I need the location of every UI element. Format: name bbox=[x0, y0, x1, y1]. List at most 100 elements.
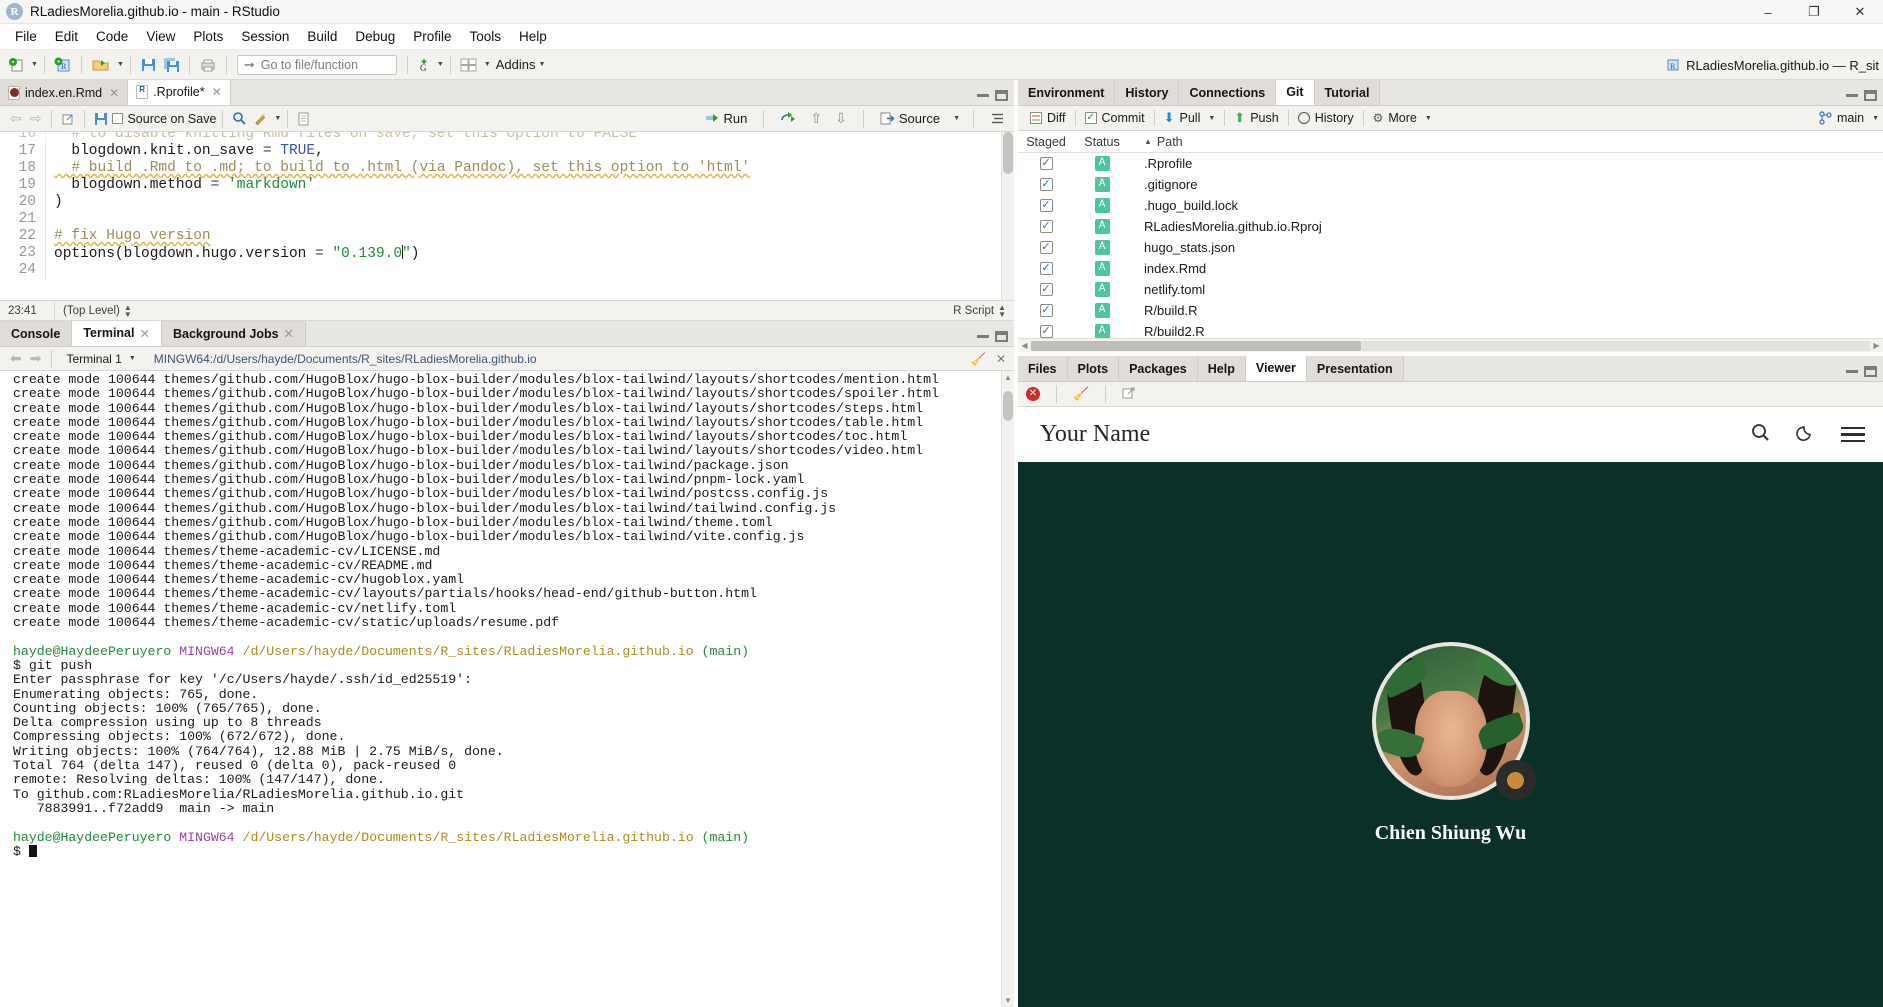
tab-close-icon[interactable]: ✕ bbox=[284, 326, 294, 341]
up-arrow-icon[interactable]: ⇧ bbox=[807, 107, 825, 131]
source-on-save-checkbox[interactable] bbox=[112, 113, 124, 124]
close-button[interactable]: ✕ bbox=[1837, 0, 1883, 24]
column-staged[interactable]: Staged bbox=[1018, 135, 1074, 149]
terminal-scrollbar[interactable]: ▲ ▼ bbox=[1001, 371, 1014, 1007]
menu-tools[interactable]: Tools bbox=[460, 27, 510, 46]
menu-profile[interactable]: Profile bbox=[404, 27, 460, 46]
new-project-button[interactable]: R bbox=[51, 53, 75, 77]
staged-checkbox[interactable]: ✓ bbox=[1018, 157, 1074, 170]
save-button[interactable] bbox=[137, 53, 160, 77]
table-row[interactable]: ✓ A .gitignore bbox=[1018, 174, 1883, 195]
menu-plots[interactable]: Plots bbox=[184, 27, 232, 46]
maximize-pane-icon[interactable] bbox=[995, 331, 1008, 342]
tab-console[interactable]: Console bbox=[0, 321, 73, 346]
down-arrow-icon[interactable]: ⇩ bbox=[832, 107, 850, 131]
addins-dropdown[interactable]: ▼ bbox=[539, 61, 546, 68]
staged-checkbox[interactable]: ✓ bbox=[1018, 220, 1074, 233]
more-dropdown-icon[interactable]: ▼ bbox=[1425, 115, 1432, 122]
git-file-list[interactable]: ✓ A .Rprofile ✓ A .gitignore ✓ A .hugo_b… bbox=[1018, 153, 1883, 342]
tab-help[interactable]: Help bbox=[1197, 356, 1246, 381]
stop-icon[interactable]: ✕ bbox=[1026, 387, 1040, 401]
rerun-icon[interactable] bbox=[777, 107, 800, 131]
scope-selector[interactable]: (Top Level) ▲ ▼ bbox=[54, 300, 140, 321]
open-file-dropdown[interactable]: ▼ bbox=[117, 61, 124, 68]
save-all-button[interactable] bbox=[160, 53, 183, 77]
terminal-output[interactable]: create mode 100644 themes/github.com/Hug… bbox=[0, 371, 1001, 1007]
menu-view[interactable]: View bbox=[137, 27, 184, 46]
code-tools-icon[interactable] bbox=[250, 107, 271, 131]
document-outline-icon[interactable] bbox=[987, 107, 1008, 131]
terminal-scrollbar-thumb[interactable] bbox=[1003, 391, 1013, 421]
broom-icon[interactable]: 🧹 bbox=[971, 352, 986, 366]
minimize-pane-icon[interactable] bbox=[977, 94, 989, 97]
menu-edit[interactable]: Edit bbox=[46, 27, 87, 46]
file-type-selector[interactable]: R Script ▲ ▼ bbox=[953, 303, 1006, 318]
tab-terminal[interactable]: Terminal ✕ bbox=[72, 321, 162, 346]
project-indicator[interactable]: R RLadiesMorelia.github.io — R_sit bbox=[1666, 50, 1879, 80]
menu-file[interactable]: File bbox=[6, 27, 46, 46]
table-row[interactable]: ✓ A index.Rmd bbox=[1018, 258, 1883, 279]
tab-presentation[interactable]: Presentation bbox=[1306, 356, 1404, 381]
history-button[interactable]: History bbox=[1292, 111, 1360, 125]
minimize-pane-icon[interactable] bbox=[977, 335, 989, 338]
menu-code[interactable]: Code bbox=[87, 27, 137, 46]
scroll-up-icon[interactable]: ▲ bbox=[1002, 373, 1014, 382]
source-dropdown[interactable]: ▼ bbox=[953, 115, 960, 122]
table-row[interactable]: ✓ A .Rprofile bbox=[1018, 153, 1883, 174]
scroll-down-icon[interactable]: ▼ bbox=[1002, 996, 1014, 1005]
source-on-save-toggle[interactable]: Source on Save bbox=[112, 112, 216, 126]
broom-icon[interactable]: 🧹 bbox=[1073, 386, 1089, 402]
terminal-back-icon[interactable]: ⬅ bbox=[6, 350, 26, 367]
commit-button[interactable]: ✓ Commit bbox=[1079, 111, 1151, 125]
tab-environment[interactable]: Environment bbox=[1018, 80, 1116, 105]
column-status[interactable]: Status bbox=[1074, 135, 1130, 149]
moon-icon[interactable] bbox=[1796, 423, 1815, 447]
table-row[interactable]: ✓ A RLadiesMorelia.github.io.Rproj bbox=[1018, 216, 1883, 237]
search-icon[interactable] bbox=[229, 107, 250, 131]
print-button[interactable] bbox=[196, 53, 220, 77]
editor-scrollbar-thumb[interactable] bbox=[1003, 132, 1013, 174]
popout-window-icon[interactable] bbox=[1122, 386, 1136, 402]
pull-button[interactable]: ⬇ Pull ▼ bbox=[1158, 110, 1222, 126]
new-file-dropdown[interactable]: ▼ bbox=[31, 61, 38, 68]
popout-icon[interactable] bbox=[58, 107, 78, 131]
staged-checkbox[interactable]: ✓ bbox=[1018, 304, 1074, 317]
pull-dropdown-icon[interactable]: ▼ bbox=[1208, 115, 1215, 122]
save-icon[interactable] bbox=[91, 107, 112, 131]
tab-git[interactable]: Git bbox=[1276, 80, 1315, 105]
pane-layout-button[interactable] bbox=[457, 53, 481, 77]
tab-viewer[interactable]: Viewer bbox=[1245, 356, 1307, 381]
tab-background-jobs[interactable]: Background Jobs ✕ bbox=[161, 321, 307, 346]
maximize-button[interactable]: ❐ bbox=[1791, 0, 1837, 24]
branch-selector[interactable]: main ▼ bbox=[1818, 111, 1879, 125]
compile-notebook-icon[interactable] bbox=[294, 107, 313, 131]
push-button[interactable]: ⬆ Push bbox=[1228, 110, 1284, 126]
run-button[interactable]: Run bbox=[702, 107, 751, 131]
tab-connections[interactable]: Connections bbox=[1179, 80, 1277, 105]
source-button[interactable]: Source bbox=[877, 107, 943, 131]
pane-layout-dropdown[interactable]: ▼ bbox=[484, 61, 491, 68]
more-button[interactable]: ⚙ More ▼ bbox=[1367, 111, 1438, 125]
maximize-pane-icon[interactable] bbox=[995, 90, 1008, 101]
compile-report-dropdown[interactable]: ▼ bbox=[437, 61, 444, 68]
tab-close-icon[interactable]: ✕ bbox=[109, 86, 119, 100]
table-row[interactable]: ✓ A .hugo_build.lock bbox=[1018, 195, 1883, 216]
staged-checkbox[interactable]: ✓ bbox=[1018, 178, 1074, 191]
code-tools-dropdown[interactable]: ▼ bbox=[274, 115, 281, 122]
tab-close-icon[interactable]: ✕ bbox=[212, 85, 222, 99]
chevron-down-icon[interactable]: ▼ bbox=[1872, 115, 1879, 122]
scroll-right-icon[interactable]: ▶ bbox=[1870, 341, 1883, 350]
tab-files[interactable]: Files bbox=[1018, 356, 1068, 381]
code-editor[interactable]: 16 # to disable knitting Rmd files on sa… bbox=[0, 132, 1014, 300]
viewer-content[interactable]: Your Name Chien Shiung Wu bbox=[1018, 407, 1883, 1007]
staged-checkbox[interactable]: ✓ bbox=[1018, 199, 1074, 212]
forward-arrow-icon[interactable]: ⇨ bbox=[26, 110, 46, 127]
column-path[interactable]: ▲ Path bbox=[1130, 135, 1183, 149]
staged-checkbox[interactable]: ✓ bbox=[1018, 325, 1074, 338]
tab-close-icon[interactable]: ✕ bbox=[139, 326, 149, 341]
menu-help[interactable]: Help bbox=[510, 27, 556, 46]
open-file-button[interactable] bbox=[88, 53, 114, 77]
table-row[interactable]: ✓ A netlify.toml bbox=[1018, 279, 1883, 300]
tab-history[interactable]: History bbox=[1115, 80, 1180, 105]
scroll-left-icon[interactable]: ◀ bbox=[1018, 341, 1031, 350]
